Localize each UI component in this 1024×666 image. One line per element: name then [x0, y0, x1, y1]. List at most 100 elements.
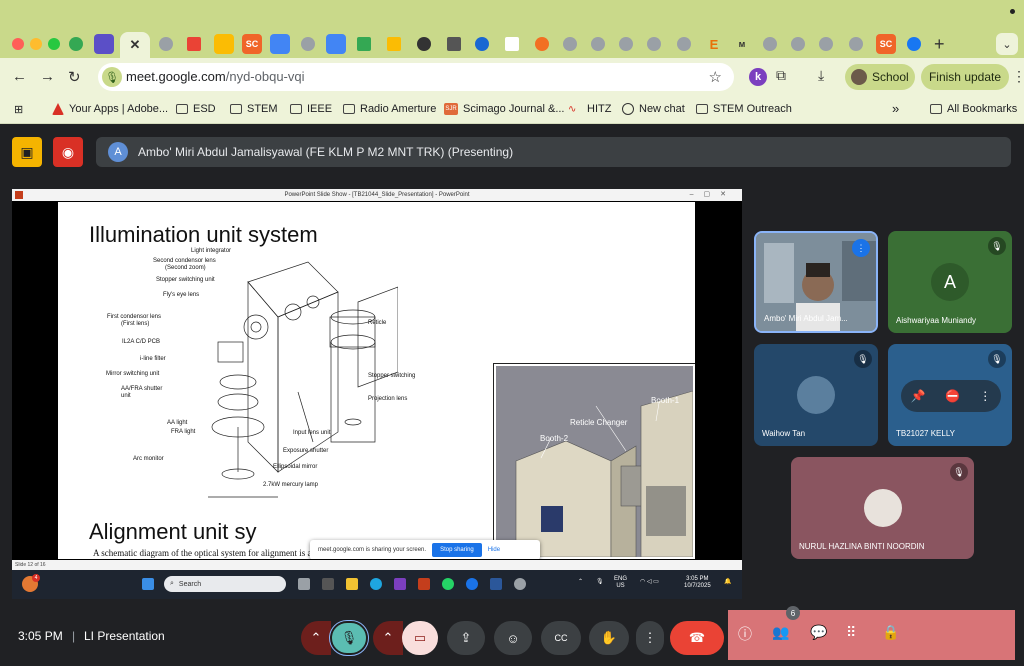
participant-tile-1[interactable]: ⋮ Ambo' Miri Abdul Jam... [754, 231, 878, 333]
address-bar[interactable]: 🎙 meet.google.com/nyd-obqu-vqi ☆ [98, 63, 734, 91]
bookmark-stem-outreach[interactable]: STEM Outreach [696, 103, 792, 115]
browser-menu-icon[interactable]: ⋮ [1012, 68, 1024, 85]
whatsapp-icon[interactable] [442, 578, 454, 590]
all-bookmarks[interactable]: All Bookmarks [930, 103, 1017, 115]
meeting-details-icon[interactable]: ⓘ [738, 624, 752, 644]
people-icon[interactable]: 👥 [772, 624, 789, 641]
tab-search-button[interactable]: ⌄ [996, 33, 1018, 55]
tab-item[interactable]: ᴍ [732, 34, 752, 54]
tray-chevron-icon[interactable]: ⌃ [578, 579, 583, 586]
participant-tile-2[interactable]: A 🎙 Aishwariyaa Muniandy [888, 231, 1012, 333]
tab-item[interactable] [560, 34, 580, 54]
tab-item[interactable] [616, 34, 636, 54]
tab-item[interactable] [156, 34, 176, 54]
back-icon[interactable]: ← [12, 68, 27, 85]
tab-item[interactable] [644, 34, 664, 54]
mic-off-button[interactable]: 🎙 [329, 620, 369, 656]
chat-icon[interactable]: 💬 [810, 624, 827, 641]
taskbar-app-icon[interactable] [322, 578, 334, 590]
tab-item[interactable] [846, 34, 866, 54]
tab-slides[interactable] [214, 34, 234, 54]
camera-off-button[interactable]: ▭ [402, 621, 438, 655]
tab-meet[interactable] [66, 34, 86, 54]
tab-drive[interactable] [354, 34, 374, 54]
new-tab-button[interactable]: + [934, 34, 945, 55]
tab-etsy[interactable]: E [704, 34, 724, 54]
host-controls-icon[interactable]: 🔒 [882, 624, 899, 641]
tab-item[interactable] [444, 34, 464, 54]
participant-tile-5[interactable]: 🎙 NURUL HAZLINA BINTI NOORDIN [791, 457, 974, 559]
stop-sharing-button[interactable]: Stop sharing [432, 543, 482, 557]
tab-facebook[interactable] [904, 34, 924, 54]
close-window-button[interactable] [12, 38, 24, 50]
bookmark-radio[interactable]: Radio Amerture [343, 103, 436, 115]
tab-item[interactable] [298, 34, 318, 54]
taskbar-search[interactable]: ⌕ Search [164, 576, 286, 592]
participant-tile-3[interactable]: 🎙 Waihow Tan [754, 344, 878, 446]
activities-icon[interactable]: ⠿ [846, 624, 856, 641]
powerpoint-taskbar-icon[interactable] [418, 578, 430, 590]
tab-item[interactable] [788, 34, 808, 54]
minimize-window-button[interactable] [30, 38, 42, 50]
language-indicator[interactable]: ENG US [614, 576, 627, 590]
forward-icon[interactable]: → [40, 68, 55, 85]
captions-button[interactable]: CC [541, 621, 581, 655]
pin-icon[interactable]: 📌 [911, 389, 926, 403]
tab-item[interactable] [472, 34, 492, 54]
tab-soundcloud[interactable] [532, 34, 552, 54]
mute-participant-icon[interactable]: ⛔ [945, 389, 960, 403]
tab-sc[interactable]: SC [876, 34, 896, 54]
finish-update-button[interactable]: Finish update [921, 64, 1009, 90]
wifi-sound-battery-icons[interactable]: ◠ ◁ ▭ [640, 579, 659, 586]
edge-icon[interactable] [370, 578, 382, 590]
windows-start-icon[interactable] [142, 578, 154, 590]
tab-active-close[interactable]: ✕ [120, 32, 150, 58]
tab-drive[interactable] [384, 34, 404, 54]
profile-button[interactable]: School [845, 64, 915, 90]
tab-forms[interactable] [94, 34, 114, 54]
reload-icon[interactable]: ↻ [68, 68, 81, 86]
tab-docs[interactable] [326, 34, 346, 54]
bookmark-stem[interactable]: STEM [230, 103, 278, 115]
tab-item[interactable] [502, 34, 522, 54]
raise-hand-button[interactable]: ✋ [589, 621, 629, 655]
tab-gmail[interactable] [184, 34, 204, 54]
tab-item[interactable] [588, 34, 608, 54]
stop-presenting-icon[interactable]: ▣ [12, 137, 42, 167]
bookmark-esd[interactable]: ESD [176, 103, 216, 115]
bookmark-adobe[interactable]: Your Apps | Adobe... [52, 103, 168, 115]
video-options-chevron[interactable]: ⌃ [373, 621, 403, 655]
apps-grid-icon[interactable]: ⊞ [14, 103, 23, 116]
presenting-banner[interactable]: A Ambo' Miri Abdul Jamalisyawal (FE KLM … [96, 137, 1011, 167]
window-controls[interactable]: –▢✕ [690, 190, 736, 198]
extensions-puzzle-icon[interactable]: ⧉ [776, 67, 786, 84]
more-options-button[interactable]: ⋮ [636, 621, 664, 655]
taskbar-clock[interactable]: 3:05 PM 10/7/2025 [684, 576, 711, 590]
settings-icon[interactable] [514, 578, 526, 590]
reactions-button[interactable]: ☺ [494, 621, 532, 655]
audio-options-chevron[interactable]: ⌃ [301, 621, 331, 655]
word-icon[interactable] [490, 578, 502, 590]
tab-item[interactable] [760, 34, 780, 54]
mic-in-use-icon[interactable]: 🎙 [102, 67, 122, 87]
notifications-bell-icon[interactable]: 🔔 [724, 579, 731, 586]
tab-sc[interactable]: SC [242, 34, 262, 54]
task-view-icon[interactable] [298, 578, 310, 590]
bookmark-star-icon[interactable]: ☆ [709, 68, 722, 86]
download-icon[interactable]: ⤓ [818, 67, 824, 84]
tab-item[interactable] [674, 34, 694, 54]
extension-k-icon[interactable]: k [749, 68, 767, 86]
file-explorer-icon[interactable] [346, 578, 358, 590]
participant-tile-4[interactable]: 📌 ⛔ ⋮ 🎙 TB21027 KELLY [888, 344, 1012, 446]
maximize-window-button[interactable] [48, 38, 60, 50]
tab-item[interactable] [816, 34, 836, 54]
onenote-icon[interactable] [394, 578, 406, 590]
tab-chatgpt[interactable] [414, 34, 434, 54]
tab-calendar[interactable] [270, 34, 290, 54]
leave-call-button[interactable]: ☎ [670, 621, 724, 655]
present-screen-button[interactable]: ⇪ [447, 621, 485, 655]
more-options-icon[interactable]: ⋮ [979, 389, 991, 403]
bookmark-scimago[interactable]: SJR Scimago Journal &... [444, 103, 565, 115]
bookmark-hitz[interactable]: ∿ HITZ [568, 103, 611, 115]
more-bookmarks-chevron[interactable]: » [892, 101, 899, 116]
